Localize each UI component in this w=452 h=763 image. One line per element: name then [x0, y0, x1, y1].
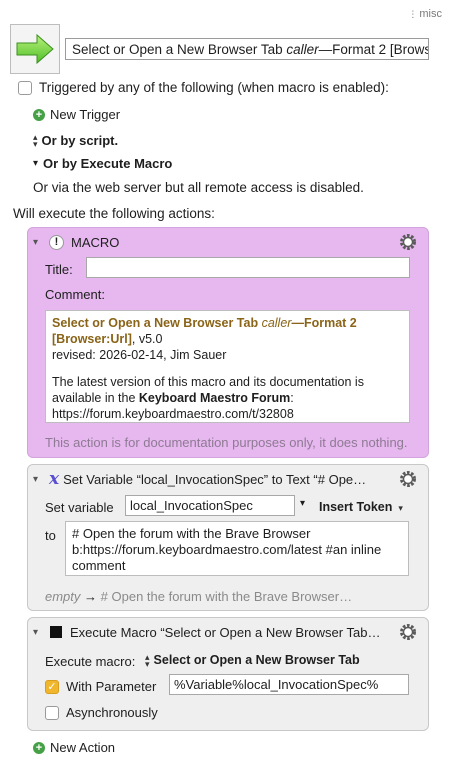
execute-macro-title: Execute Macro “Select or Open a New Brow… [70, 624, 381, 640]
execute-macro-label: Execute macro: [45, 654, 136, 669]
comment-body-bold: Keyboard Maestro Forum [138, 391, 291, 405]
gear-icon[interactable] [398, 469, 418, 492]
exclamation-icon: ! [49, 234, 64, 250]
text-line-3: comment [72, 558, 126, 573]
green-arrow-icon [16, 33, 54, 65]
comment-url: https://forum.keyboardmaestro.com/t/3280… [52, 407, 294, 421]
new-action-button[interactable]: + New Action [33, 740, 115, 755]
or-by-execute-macro-label: Or by Execute Macro [43, 156, 173, 171]
comment-heading-plain: Select or Open a New Browser Tab [52, 316, 262, 330]
updown-chevron-icon: ▴ ▾ [33, 131, 38, 149]
new-trigger-label: New Trigger [50, 107, 121, 122]
comment-version: , v5.0 [131, 332, 163, 346]
title-label: Title: [45, 262, 73, 277]
triggered-row[interactable]: Triggered by any of the following (when … [18, 80, 389, 95]
chevron-down-icon[interactable]: ▾ [300, 498, 305, 509]
comment-action-title: MACRO [71, 234, 120, 250]
plus-circle-icon: + [33, 108, 45, 121]
execute-macro-header[interactable]: ▾ Execute Macro “Select or Open a New Br… [28, 618, 428, 646]
macro-name-field[interactable]: Select or Open a New Browser Tab caller—… [65, 38, 429, 60]
chevron-down-icon: ▾ [33, 158, 39, 169]
comment-revised: revised: 2026-02-14, Jim Sauer [52, 348, 227, 362]
insert-token-button[interactable]: Insert Token ▾ [319, 500, 403, 514]
with-parameter-checkbox[interactable]: ✓ [45, 679, 59, 694]
comment-title-input[interactable] [86, 257, 410, 278]
gear-icon[interactable] [398, 622, 418, 645]
comment-action[interactable]: ▾ ! MACRO Title: Comment: Select or Open… [27, 227, 429, 458]
web-server-text: Or via the web server but all remote acc… [33, 180, 364, 195]
with-parameter-row[interactable]: ✓ With Parameter [45, 679, 156, 694]
text-line-2: b:https://forum.keyboardmaestro.com/late… [72, 542, 382, 557]
chevron-down-icon[interactable]: ▾ [33, 474, 47, 485]
misc-label: misc [419, 8, 442, 20]
set-variable-title: Set Variable “local_InvocationSpec” to T… [63, 471, 367, 487]
comment-body-2: : [290, 391, 294, 405]
chevron-down-icon[interactable]: ▾ [33, 627, 47, 638]
or-by-script-row[interactable]: ▴ ▾ Or by script. [33, 131, 119, 149]
insert-token-label: Insert Token [319, 500, 393, 514]
new-action-label: New Action [50, 740, 116, 755]
macro-name-plain: Select or Open a New Browser Tab [72, 42, 287, 57]
asynchronously-label: Asynchronously [66, 705, 158, 720]
variable-text-area[interactable]: # Open the forum with the Brave Browser … [65, 521, 409, 576]
will-execute-heading: Will execute the following actions: [13, 206, 215, 221]
triggered-label: Triggered by any of the following (when … [39, 80, 389, 95]
comment-label: Comment: [45, 287, 105, 302]
macro-selector[interactable]: ▴ ▾ Select or Open a New Browser Tab [145, 651, 360, 669]
empty-label: empty [45, 589, 81, 604]
documentation-note: This action is for documentation purpose… [45, 435, 408, 450]
comment-text-area[interactable]: Select or Open a New Browser Tab caller—… [45, 310, 410, 423]
arrow-right-icon: → [84, 589, 98, 604]
new-trigger-button[interactable]: + New Trigger [33, 107, 120, 122]
macro-selector-value: Select or Open a New Browser Tab [153, 653, 360, 667]
gear-icon[interactable] [398, 232, 418, 255]
macro-name-italic: caller [286, 42, 319, 57]
comment-action-header[interactable]: ▾ ! MACRO [28, 228, 428, 256]
to-label: to [45, 528, 56, 543]
variable-name-field[interactable]: local_InvocationSpec [125, 495, 295, 516]
plus-circle-icon: + [33, 741, 45, 754]
asynchronously-row[interactable]: Asynchronously [45, 705, 158, 720]
or-by-script-label: Or by script. [41, 133, 119, 148]
triggered-checkbox[interactable] [18, 80, 32, 95]
set-variable-header[interactable]: ▾ x Set Variable “local_InvocationSpec” … [28, 465, 428, 493]
ellipsis-icon: ⋮ [408, 9, 418, 19]
set-variable-label: Set variable [45, 500, 114, 515]
chevron-down-icon[interactable]: ▾ [33, 237, 47, 248]
preview-text: # Open the forum with the Brave Browser… [100, 589, 353, 604]
macro-name-tail: —Format 2 [Browser [318, 42, 428, 57]
or-by-execute-macro-row[interactable]: ▾ Or by Execute Macro [33, 156, 172, 171]
set-variable-action[interactable]: ▾ x Set Variable “local_InvocationSpec” … [27, 464, 429, 611]
macro-icon-well[interactable] [10, 24, 60, 74]
execute-macro-action[interactable]: ▾ Execute Macro “Select or Open a New Br… [27, 617, 429, 731]
text-line-1: # Open the forum with the Brave Browser [72, 526, 311, 541]
asynchronously-checkbox[interactable] [45, 705, 59, 720]
misc-tag[interactable]: ⋮ misc [408, 8, 442, 20]
updown-chevron-icon: ▴ ▾ [145, 651, 150, 669]
comment-heading-italic: caller [261, 316, 292, 330]
with-parameter-label: With Parameter [66, 679, 157, 694]
chevron-down-icon: ▾ [398, 503, 403, 513]
black-square-icon [50, 626, 62, 638]
variable-x-icon: x [49, 469, 60, 489]
parameter-field[interactable]: %Variable%local_InvocationSpec% [169, 674, 409, 695]
result-preview: empty → # Open the forum with the Brave … [45, 589, 352, 604]
